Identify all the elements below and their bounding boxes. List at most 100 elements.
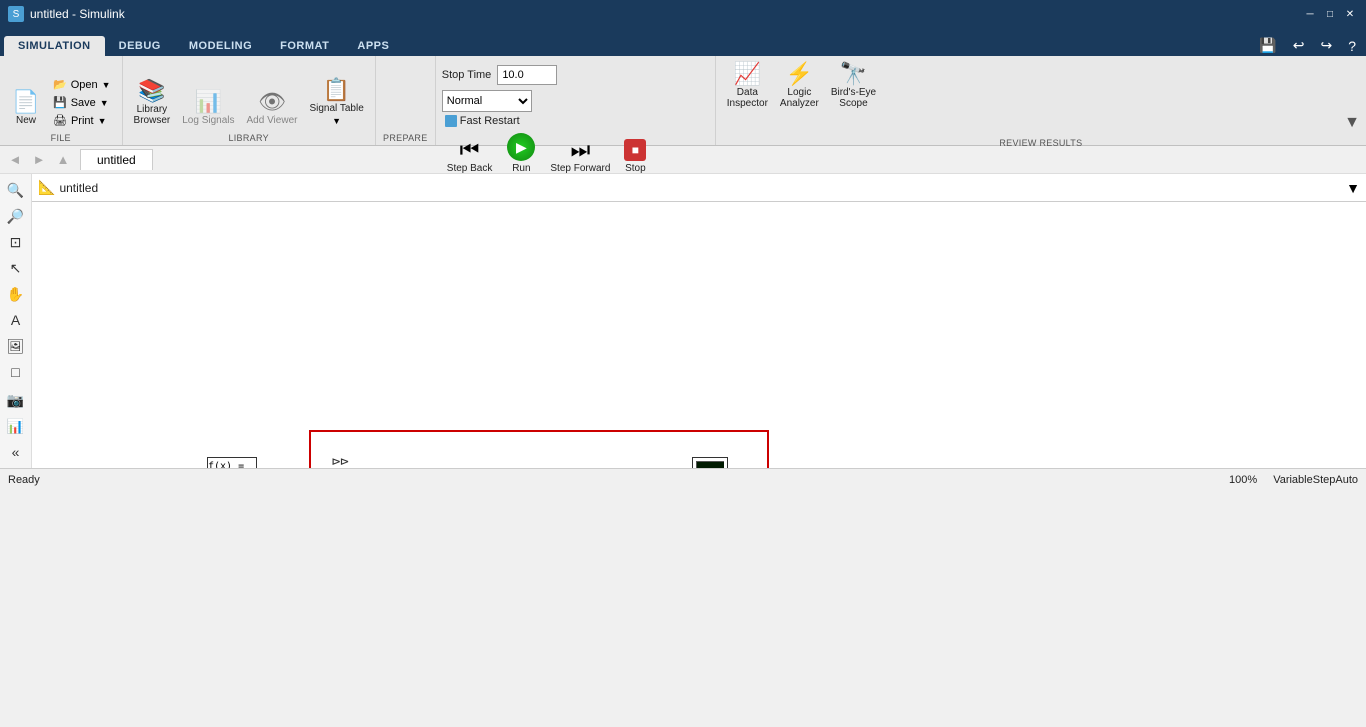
fit-view-button[interactable]: ⊡ xyxy=(3,230,29,254)
zoom-level: 100% xyxy=(1229,474,1257,486)
save-button[interactable]: 💾 Save ▼ xyxy=(48,94,116,111)
chart-button[interactable]: 📊 xyxy=(3,414,29,438)
data-inspector-icon: 📈 xyxy=(734,63,761,85)
open-label: Open xyxy=(71,79,98,91)
ribbon-group-review-content: 📈 DataInspector ⚡ LogicAnalyzer 🔭 Bird's… xyxy=(722,60,1360,114)
text-tool[interactable]: A xyxy=(3,308,29,332)
tab-format[interactable]: FORMAT xyxy=(266,36,343,56)
window-title: untitled - Simulink xyxy=(30,7,125,21)
log-signals-label: Log Signals xyxy=(182,115,234,126)
save-arrow: ▼ xyxy=(100,98,109,108)
stop-icon: ■ xyxy=(624,139,646,161)
camera-button[interactable]: 📷 xyxy=(3,388,29,412)
title-bar-controls: ─ □ ✕ xyxy=(1302,6,1358,22)
signal-table-button[interactable]: 📋 Signal Table ▼ xyxy=(304,76,368,129)
print-label: Print xyxy=(71,115,94,127)
comment-button[interactable]: □ xyxy=(3,360,29,384)
expand-toolbar-btn[interactable]: « xyxy=(3,440,29,464)
print-arrow: ▼ xyxy=(98,116,107,126)
zoom-out-button[interactable]: 🔎 xyxy=(3,204,29,228)
signal-input-area: ⊳> xyxy=(592,466,606,468)
save-icon-btn[interactable]: 💾 xyxy=(1253,35,1282,56)
maximize-button[interactable]: □ xyxy=(1322,6,1338,22)
ribbon-right-controls: 💾 ↩ ↪ ? xyxy=(1253,35,1362,56)
signal-table-arrow: ▼ xyxy=(332,116,341,126)
status-text: Ready xyxy=(8,474,40,486)
address-dropdown-icon[interactable]: ▼ xyxy=(1346,180,1360,196)
tab-modeling[interactable]: MODELING xyxy=(175,36,266,56)
run-button[interactable]: ▶ Run xyxy=(501,130,541,177)
review-group-label: REVIEW RESULTS xyxy=(722,136,1360,148)
new-icon: 📄 xyxy=(12,91,39,113)
step-forward-label: Step Forward xyxy=(550,163,610,174)
ribbon-group-simulate: Stop Time Normal Accelerator Rapid Accel… xyxy=(436,56,716,145)
ribbon-group-library: 📚 LibraryBrowser 📊 Log Signals 👁 Add Vie… xyxy=(123,56,376,145)
data-inspector-label: DataInspector xyxy=(727,87,768,109)
run-label: Run xyxy=(512,163,530,174)
zoom-in-button[interactable]: 🔍 xyxy=(3,178,29,202)
fast-restart-button[interactable]: Fast Restart xyxy=(442,114,709,128)
help-icon-btn[interactable]: ? xyxy=(1342,36,1362,56)
simulink-icon: S xyxy=(8,6,24,22)
new-button[interactable]: 📄 New xyxy=(6,88,46,129)
save-icon: 💾 xyxy=(53,96,67,109)
save-label: Save xyxy=(71,97,96,109)
address-path: untitled xyxy=(59,181,1342,195)
mux-signal-area: ⊳⊳ xyxy=(332,454,349,468)
file-group-label: FILE xyxy=(6,131,116,143)
close-button[interactable]: ✕ xyxy=(1342,6,1358,22)
add-viewer-icon: 👁 xyxy=(258,91,286,113)
stop-time-input[interactable] xyxy=(497,65,557,85)
undo-icon-btn[interactable]: ↩ xyxy=(1287,35,1311,56)
stop-label: Stop xyxy=(625,163,646,174)
ribbon-group-library-content: 📚 LibraryBrowser 📊 Log Signals 👁 Add Vie… xyxy=(129,60,369,131)
scope-screen xyxy=(696,461,724,468)
model-tab[interactable]: untitled xyxy=(80,149,153,170)
ribbon-group-prepare: PREPARE xyxy=(376,56,436,145)
up-button[interactable]: ▲ xyxy=(52,149,74,171)
tab-debug[interactable]: DEBUG xyxy=(105,36,175,56)
tab-simulation[interactable]: SIMULATION xyxy=(4,36,105,56)
step-back-button[interactable]: ⏮ Step Back xyxy=(442,136,498,177)
step-forward-icon: ⏭ xyxy=(570,139,590,161)
birds-eye-label: Bird's-EyeScope xyxy=(831,87,876,109)
library-group-label: LIBRARY xyxy=(129,131,369,143)
step-back-icon: ⏮ xyxy=(460,139,480,161)
scope-block[interactable] xyxy=(692,457,728,468)
title-bar-left: S untitled - Simulink xyxy=(8,6,125,22)
print-button[interactable]: 🖨 Print ▼ xyxy=(48,112,116,129)
add-viewer-button[interactable]: 👁 Add Viewer xyxy=(242,88,303,129)
address-path-label: untitled xyxy=(59,181,98,195)
select-tool[interactable]: ↖ xyxy=(3,256,29,280)
add-viewer-label: Add Viewer xyxy=(247,115,298,126)
birds-eye-scope-button[interactable]: 🔭 Bird's-EyeScope xyxy=(826,60,881,112)
status-bar: Ready 100% VariableStepAuto xyxy=(0,468,1366,490)
redo-icon-btn[interactable]: ↪ xyxy=(1314,35,1338,56)
signal-table-icon: 📋 xyxy=(323,79,350,101)
scope-inner xyxy=(696,461,724,468)
run-icon: ▶ xyxy=(507,133,535,161)
log-signals-button[interactable]: 📊 Log Signals xyxy=(177,88,239,129)
logic-analyzer-button[interactable]: ⚡ LogicAnalyzer xyxy=(775,60,824,112)
canvas-area[interactable]: f(x) = 0 ⊳⊳ ⊳> xyxy=(32,202,1366,468)
review-expand-icon[interactable]: ▼ xyxy=(1344,114,1360,132)
minimize-button[interactable]: ─ xyxy=(1302,6,1318,22)
library-browser-button[interactable]: 📚 LibraryBrowser xyxy=(129,77,176,129)
sim-mode-select[interactable]: Normal Accelerator Rapid Accelerator xyxy=(442,90,532,112)
step-forward-button[interactable]: ⏭ Step Forward xyxy=(545,136,615,177)
stop-button[interactable]: ■ Stop xyxy=(619,136,651,177)
fcn-block[interactable]: f(x) = 0 xyxy=(207,457,257,468)
tab-apps[interactable]: APPS xyxy=(343,36,403,56)
image-button[interactable]: 🖼 xyxy=(3,334,29,358)
back-button[interactable]: ◄ xyxy=(4,149,26,171)
status-right: 100% VariableStepAuto xyxy=(1229,474,1358,486)
open-button[interactable]: 📂 Open ▼ xyxy=(48,76,116,93)
forward-button[interactable]: ► xyxy=(28,149,50,171)
sim-mode-row: Normal Accelerator Rapid Accelerator xyxy=(442,88,709,114)
data-inspector-button[interactable]: 📈 DataInspector xyxy=(722,60,773,112)
content-area: 🔍 🔎 ⊡ ↖ ✋ A 🖼 □ 📷 📊 « 📐 untitled ▼ xyxy=(0,174,1366,468)
library-browser-label: LibraryBrowser xyxy=(134,104,171,126)
birds-eye-icon: 🔭 xyxy=(840,63,867,85)
pan-tool[interactable]: ✋ xyxy=(3,282,29,306)
signal-input-symbol: ⊳> xyxy=(592,466,606,468)
